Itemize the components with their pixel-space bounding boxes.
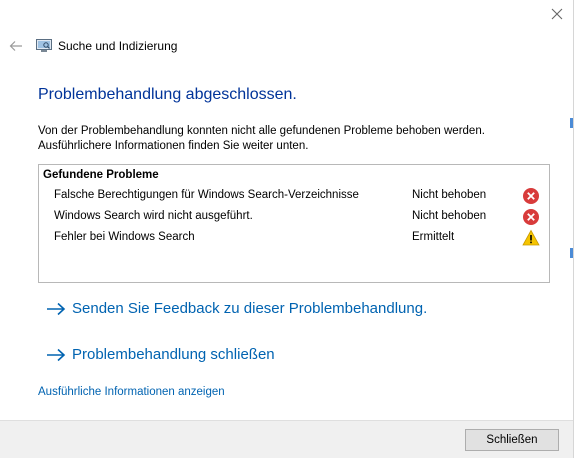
back-arrow-icon (9, 41, 22, 51)
description: Von der Problembehandlung konnten nicht … (38, 124, 548, 154)
background-window-edge (570, 118, 573, 128)
warning-icon (522, 229, 540, 246)
problem-row[interactable]: Windows Search wird nicht ausgeführt. Ni… (54, 207, 544, 227)
window-header: Suche und Indizierung (8, 36, 177, 56)
footer-bar: Schließen (0, 420, 573, 458)
arrow-right-icon (47, 302, 66, 315)
search-indexing-app-icon (36, 39, 52, 52)
page-title: Problembehandlung abgeschlossen. (38, 86, 297, 103)
problem-status: Nicht behoben (412, 189, 487, 201)
close-troubleshooter-label: Problembehandlung schließen (72, 346, 275, 363)
feedback-link[interactable]: Senden Sie Feedback zu dieser Problembeh… (46, 300, 427, 317)
troubleshooter-window: Suche und Indizierung Problembehandlung … (0, 0, 574, 458)
problem-row[interactable]: Falsche Berechtigungen für Windows Searc… (54, 186, 544, 206)
window-title: Suche und Indizierung (58, 39, 178, 53)
window-close-button[interactable] (547, 4, 567, 24)
error-icon (523, 188, 539, 204)
problems-heading: Gefundene Probleme (43, 169, 159, 181)
problem-status: Nicht behoben (412, 210, 487, 222)
problem-text: Falsche Berechtigungen für Windows Searc… (54, 189, 359, 201)
feedback-link-label: Senden Sie Feedback zu dieser Problembeh… (72, 300, 428, 317)
error-icon (523, 209, 539, 225)
close-troubleshooter-link[interactable]: Problembehandlung schließen (46, 346, 275, 363)
problem-text: Fehler bei Windows Search (54, 231, 195, 243)
problem-text: Windows Search wird nicht ausgeführt. (54, 210, 253, 222)
arrow-right-icon (47, 348, 66, 361)
close-button[interactable]: Schließen (465, 429, 559, 451)
description-line-1: Von der Problembehandlung konnten nicht … (38, 125, 485, 137)
details-link[interactable]: Ausführliche Informationen anzeigen (38, 386, 225, 398)
description-line-2: Ausführlichere Informationen finden Sie … (38, 140, 309, 152)
background-window-edge (570, 248, 573, 258)
problem-status: Ermittelt (412, 231, 455, 243)
problems-panel: Gefundene Probleme Falsche Berechtigunge… (38, 164, 550, 283)
close-icon (551, 8, 563, 20)
back-button[interactable] (8, 38, 24, 54)
problem-row[interactable]: Fehler bei Windows Search Ermittelt (54, 228, 544, 248)
